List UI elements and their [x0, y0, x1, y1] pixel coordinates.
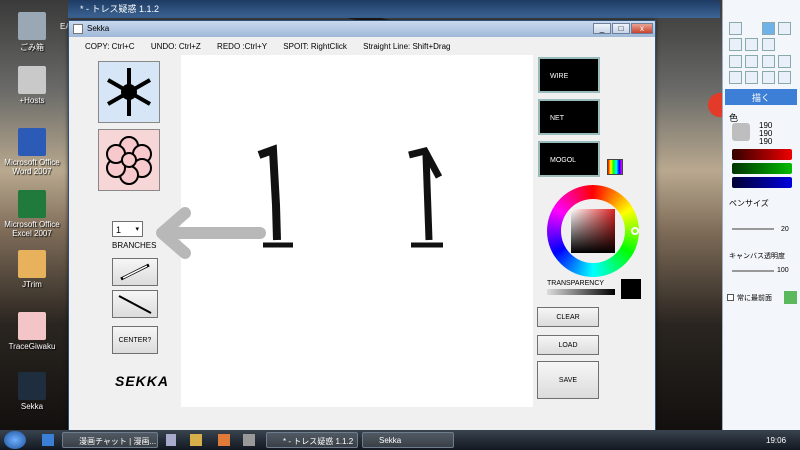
green-slider[interactable] [732, 163, 792, 174]
branches-select[interactable]: 1 ▾ [112, 221, 143, 237]
desktop-icon-recycle-bin[interactable]: ごみ箱 [0, 12, 64, 53]
snowflake-preview-icon [107, 68, 151, 116]
arrow-left-icon[interactable] [784, 291, 797, 304]
taskbar-pin-icon[interactable] [166, 434, 176, 446]
recycle-bin-icon [18, 12, 46, 40]
desktop-icon-hosts[interactable]: +Hosts [0, 66, 64, 105]
clock: 19:06 [766, 436, 787, 445]
taskbar-task-sekka[interactable]: Sekka [362, 432, 454, 448]
back-window-titlebar[interactable] [68, 0, 720, 18]
pen-tool-button[interactable] [112, 258, 158, 286]
clear-x-icon[interactable] [762, 38, 775, 51]
copy-icon[interactable] [729, 55, 742, 68]
sekka-titlebar[interactable]: Sekka _ □ x [69, 21, 655, 37]
rgb-values: 190 190 190 [759, 121, 773, 146]
center-button[interactable]: CENTER? [112, 326, 158, 354]
eraser-icon[interactable] [729, 38, 742, 51]
always-on-top-label: 常に最前面 [737, 295, 772, 302]
hosts-icon [18, 66, 46, 94]
sekka-title: Sekka [87, 24, 110, 33]
folder-icon[interactable] [778, 55, 791, 68]
canvas-transparency-value: 100 [777, 267, 789, 274]
draw-button[interactable]: 描く [725, 89, 797, 105]
save-button[interactable]: SAVE [537, 361, 599, 399]
ie-icon[interactable] [42, 434, 54, 446]
palette-icon[interactable] [607, 159, 623, 175]
taskbar-task-trace[interactable]: * - トレス疑惑 1.1.2 [266, 432, 358, 448]
settings-icon[interactable] [778, 71, 791, 84]
pen-size-value: 20 [781, 226, 789, 233]
desktop-icon-excel[interactable]: Microsoft Office Excel 2007 [0, 190, 64, 238]
undo-icon[interactable] [762, 22, 775, 35]
current-color-swatch [621, 279, 641, 299]
print-icon[interactable] [762, 71, 775, 84]
hue-handle[interactable] [631, 227, 639, 235]
saturation-square[interactable] [571, 209, 615, 253]
flower-thumbnail[interactable] [98, 129, 160, 191]
sekka-logo: SEKKA [115, 373, 170, 389]
preset-mogol[interactable]: MOGOL [538, 141, 600, 177]
shortcut-hints: COPY: Ctrl+C UNDO: Ctrl+Z REDO :Ctrl+Y S… [85, 42, 451, 51]
close-button[interactable]: x [631, 23, 653, 34]
desktop-icon-sekka[interactable]: Sekka [0, 372, 64, 411]
blue-slider[interactable] [732, 177, 792, 188]
desktop-icon-tracegiwaku[interactable]: TraceGiwaku [0, 312, 64, 351]
flower-preview-icon [106, 136, 152, 185]
jtrim-icon [18, 250, 46, 278]
canvas-transparency-label: キャンバス透明度 [729, 253, 785, 260]
clear-button[interactable]: CLEAR [537, 307, 599, 327]
paste-icon[interactable] [745, 55, 758, 68]
redo-icon[interactable] [778, 22, 791, 35]
save-icon[interactable] [745, 71, 758, 84]
line-icon [118, 295, 152, 314]
tracegiwaku-icon [18, 312, 46, 340]
selected-color-swatch [732, 123, 750, 141]
fill-icon[interactable] [745, 38, 758, 51]
transparency-label: TRANSPARENCY [547, 280, 605, 287]
taskbar-app-icon[interactable] [218, 434, 230, 446]
open-icon[interactable] [729, 71, 742, 84]
snowflake-thumbnail[interactable] [98, 61, 160, 123]
always-on-top-checkbox[interactable] [727, 294, 734, 301]
canvas-transparency-slider[interactable] [732, 270, 774, 272]
load-button[interactable]: LOAD [537, 335, 599, 355]
word-icon [18, 128, 46, 156]
scissors-icon[interactable] [762, 55, 775, 68]
desktop-icon-word[interactable]: Microsoft Office Word 2007 [0, 128, 64, 176]
pen-size-label: ペンサイズ [729, 199, 769, 208]
pen-size-slider[interactable] [732, 228, 774, 230]
taskbar-app2-icon[interactable] [243, 434, 255, 446]
preset-wire[interactable]: WIRE [538, 57, 600, 93]
chevron-down-icon: ▾ [135, 226, 139, 233]
taskbar-task-chat[interactable]: 漫画チャット | 漫画... [62, 432, 158, 448]
minimize-button[interactable]: _ [593, 23, 611, 34]
pen-icon [120, 263, 150, 281]
arrow-overlay-icon [156, 207, 266, 259]
excel-icon [18, 190, 46, 218]
preset-net[interactable]: NET [538, 99, 600, 135]
system-tray[interactable] [660, 433, 750, 447]
desktop-icon-jtrim[interactable]: JTrim [0, 250, 64, 289]
taskbar-folder-icon[interactable] [190, 434, 202, 446]
transparency-slider[interactable] [547, 289, 615, 295]
pencil-tool-icon[interactable] [729, 22, 742, 35]
maximize-button[interactable]: □ [612, 23, 630, 34]
line-tool-button[interactable] [112, 290, 158, 318]
red-slider[interactable] [732, 149, 792, 160]
sekka-app-icon [73, 24, 83, 34]
start-button[interactable] [4, 431, 26, 449]
back-window-title: * - トレス疑惑 1.1.2 [80, 4, 160, 14]
snowflake-icon [18, 372, 46, 400]
